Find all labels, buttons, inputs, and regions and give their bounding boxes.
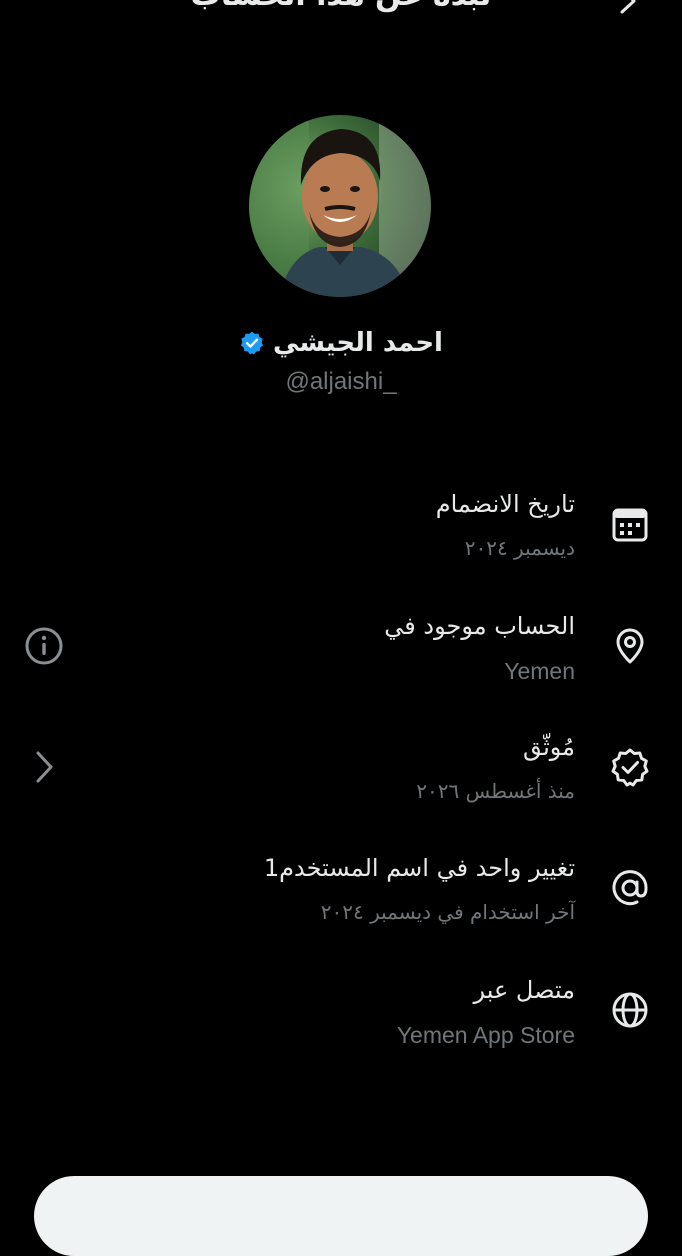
username-changes-label: تغيير واحد في اسم المستخدم1 [263,854,575,882]
info-row-location: الحساب موجود في Yemen [0,612,682,712]
user-handle: @aljaishi_ [285,368,397,395]
info-row-verified[interactable]: مُوثّق منذ أغسطس ٢٠٢٦ [0,733,682,833]
join-date-label: تاريخ الانضمام [435,490,575,518]
calendar-icon [612,508,648,542]
display-name: احمد الجيشي [273,328,443,358]
verified-label: مُوثّق [523,733,575,761]
profile-name-row: احمد الجيشي [0,328,682,358]
avatar-photo [249,115,431,297]
location-pin-icon [616,628,644,664]
username-last-used: آخر استخدام في ديسمبر ٢٠٢٤ [320,900,575,924]
connected-via-label: متصل عبر [473,976,575,1004]
at-sign-icon [612,870,648,906]
chevron-left-icon[interactable] [22,745,66,789]
connected-via-value: Yemen App Store [396,1022,575,1048]
location-label: الحساب موجود في [384,612,575,640]
location-value: Yemen [504,658,575,684]
bottom-action-button[interactable] [34,1176,648,1256]
page-title: نبذة عن هذا الحساب [0,0,682,13]
verified-badge-icon [240,331,264,355]
back-arrow-icon[interactable] [616,0,646,16]
avatar[interactable] [249,115,431,297]
verified-since: منذ أغسطس ٢٠٢٦ [416,779,575,803]
info-row-connected-via: متصل عبر Yemen App Store [0,976,682,1076]
join-date-value: ديسمبر ٢٠٢٤ [464,536,575,560]
globe-icon [612,992,648,1028]
verified-check-icon [611,748,649,787]
info-row-username-changes: تغيير واحد في اسم المستخدم1 آخر استخدام … [0,854,682,954]
info-icon[interactable] [22,624,66,668]
info-row-join-date: تاريخ الانضمام ديسمبر ٢٠٢٤ [0,490,682,590]
